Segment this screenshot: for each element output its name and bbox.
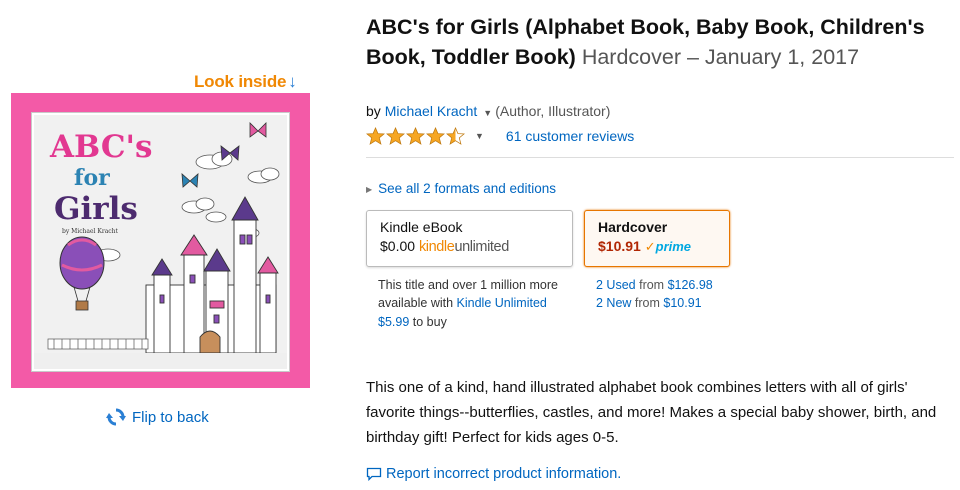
used-offer: 2 Used from $126.98 — [596, 278, 713, 292]
cover-title-line-3: Girls — [54, 191, 138, 227]
kindle-format-name: Kindle eBook — [380, 219, 463, 235]
report-label: Report incorrect product information. — [386, 466, 622, 482]
new-offer: 2 New from $10.91 — [596, 296, 702, 311]
cover-title-line-1: ABC's — [50, 129, 153, 165]
author-role: (Author, Illustrator) — [495, 103, 611, 119]
look-inside-label: Look inside — [194, 72, 287, 91]
look-inside-link[interactable]: Look inside ↓ — [194, 72, 297, 92]
customer-reviews-link[interactable]: 61 customer reviews — [506, 128, 634, 144]
star-full-icon — [406, 127, 425, 145]
star-half-icon — [446, 127, 465, 145]
format-hardcover[interactable]: Hardcover $10.91 ✓prime — [584, 210, 730, 267]
byline: by Michael Kracht ▼ (Author, Illustrator) — [366, 103, 610, 119]
see-all-formats-label: See all 2 formats and editions — [378, 181, 557, 196]
hardcover-price-row: $10.91 ✓prime — [598, 238, 716, 255]
flip-to-back-label: Flip to back — [132, 408, 209, 426]
kindle-unlimited-note: This title and over 1 million more avail… — [378, 276, 558, 331]
rating-row: ▼ 61 customer reviews — [366, 127, 634, 145]
cover-author: by Michael Kracht — [62, 228, 118, 235]
author-dropdown-icon[interactable]: ▼ — [483, 108, 492, 118]
kindle-buy-price-link[interactable]: $5.99 — [378, 315, 409, 329]
used-price-link[interactable]: $126.98 — [668, 278, 713, 292]
prime-check-icon: ✓ — [644, 239, 656, 254]
rating-dropdown-icon[interactable]: ▼ — [475, 131, 484, 141]
prime-badge: ✓prime — [644, 239, 692, 254]
author-link[interactable]: Michael Kracht — [385, 103, 478, 119]
offers-list: 2 Used from $126.98 2 New from $10.91 — [596, 276, 713, 313]
hardcover-format-name: Hardcover — [598, 219, 668, 235]
format-and-date: Hardcover – January 1, 2017 — [581, 45, 860, 69]
star-rating[interactable] — [366, 127, 465, 145]
format-kindle-ebook[interactable]: Kindle eBook $0.00 kindleunlimited — [366, 210, 573, 267]
kindle-unlimited-link[interactable]: Kindle Unlimited — [457, 296, 547, 310]
book-cover-image[interactable]: ABC's for Girls by Michael Kracht — [11, 93, 310, 388]
kindle-unlimited-logo: kindleunlimited — [418, 239, 509, 255]
by-prefix: by — [366, 103, 381, 119]
down-arrow-icon: ↓ — [288, 72, 297, 91]
divider — [366, 157, 954, 158]
flip-to-back-button[interactable]: Flip to back — [106, 407, 209, 427]
star-full-icon — [366, 127, 385, 145]
hardcover-price: $10.91 — [598, 238, 641, 254]
product-description: This one of a kind, hand illustrated alp… — [366, 379, 937, 446]
cover-title-line-2: for — [74, 165, 110, 191]
rotate-icon — [106, 408, 126, 426]
star-full-icon — [386, 127, 405, 145]
report-incorrect-info-link[interactable]: Report incorrect product information. — [366, 466, 621, 482]
new-offers-link[interactable]: 2 New — [596, 296, 631, 310]
cover-artwork: ABC's for Girls by Michael Kracht — [31, 112, 290, 372]
kindle-price: $0.00 — [380, 238, 416, 254]
see-all-formats-link[interactable]: ▶ See all 2 formats and editions — [366, 181, 556, 196]
used-offers-link[interactable]: 2 Used — [596, 278, 636, 292]
star-full-icon — [426, 127, 445, 145]
ku-buy-text: to buy — [412, 314, 447, 329]
kindle-price-row: $0.00 kindleunlimited — [380, 238, 559, 255]
expand-triangle-icon: ▶ — [366, 184, 373, 194]
product-title: ABC's for Girls (Alphabet Book, Baby Boo… — [366, 12, 946, 72]
new-price-link[interactable]: $10.91 — [663, 296, 701, 310]
speech-bubble-icon — [366, 467, 382, 481]
